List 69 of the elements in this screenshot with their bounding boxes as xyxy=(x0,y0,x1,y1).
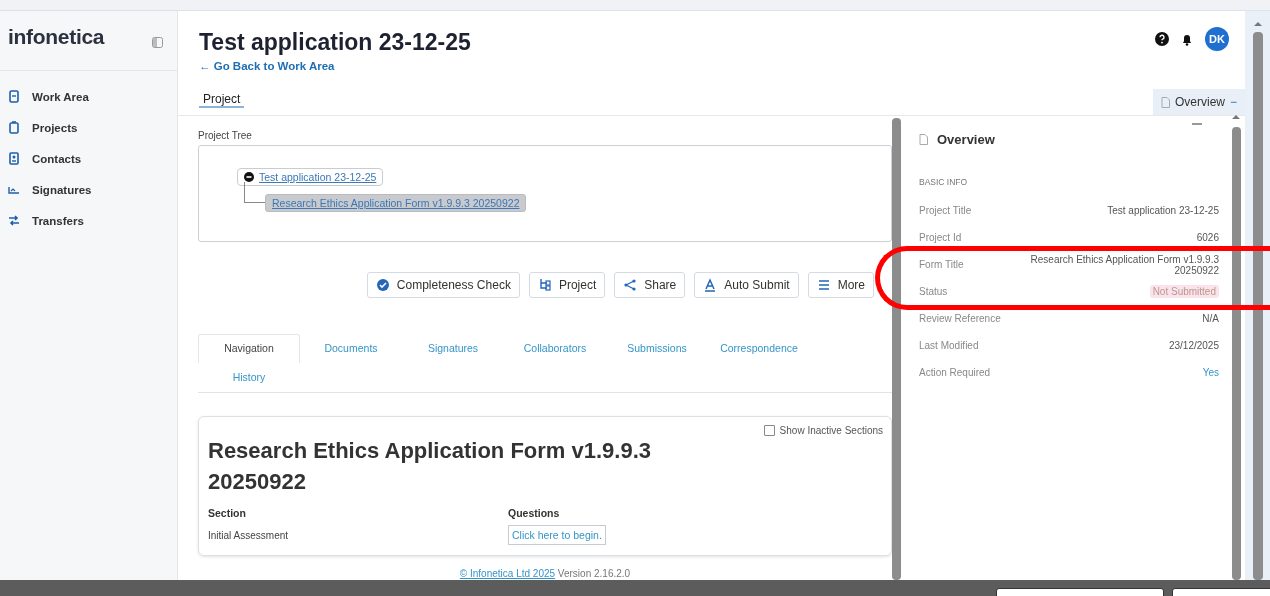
document-icon xyxy=(1160,96,1170,108)
help-icon[interactable] xyxy=(1155,32,1169,46)
sidebar-toggle-icon[interactable] xyxy=(152,37,163,48)
check-circle-icon xyxy=(375,278,390,292)
tree-label: Project Tree xyxy=(198,130,253,141)
tab[interactable]: History xyxy=(198,363,300,392)
tab[interactable]: Signatures xyxy=(402,334,504,363)
field-label: Action Required xyxy=(919,367,991,378)
back-link[interactable]: ← Go Back to Work Area xyxy=(199,60,335,72)
overview-toggle[interactable]: Overview − xyxy=(1152,89,1245,115)
action-button[interactable]: More xyxy=(807,272,874,298)
field-value: 6026 xyxy=(1196,232,1219,243)
tab[interactable]: Submissions xyxy=(606,334,708,363)
tree-node[interactable]: Test application 23-12-25 xyxy=(237,168,384,186)
page-tab[interactable]: Project xyxy=(199,88,245,108)
action-button[interactable]: Completeness Check xyxy=(366,272,520,298)
clipboard-icon xyxy=(8,121,20,134)
checkbox-label: Show Inactive Sections xyxy=(779,425,883,436)
share-icon xyxy=(623,278,638,292)
column-header: Questions xyxy=(508,506,561,521)
section-heading: BASIC INFO xyxy=(919,177,969,187)
collapse-icon[interactable] xyxy=(244,172,254,182)
user-avatar[interactable]: DK xyxy=(1205,27,1229,51)
page-title: Test application 23-12-25 xyxy=(199,29,471,56)
transfer-icon xyxy=(8,214,20,227)
action-button[interactable]: Auto Submit xyxy=(694,272,799,298)
sidebar-item[interactable]: Transfers xyxy=(0,205,177,236)
field-label: Review Reference xyxy=(919,313,1001,324)
document-icon xyxy=(919,134,928,145)
field-label: Form Title xyxy=(919,259,965,270)
contact-card-icon xyxy=(8,152,20,165)
scrollbar[interactable] xyxy=(892,118,901,580)
field-link[interactable]: Yes xyxy=(1202,367,1219,378)
hierarchy-icon xyxy=(537,278,552,292)
tab[interactable]: Documents xyxy=(300,334,402,363)
logo: infonetica xyxy=(8,25,105,49)
field-label: Project Id xyxy=(919,232,963,243)
action-button[interactable]: Project xyxy=(528,272,606,298)
tab[interactable]: Collaborators xyxy=(504,334,606,363)
scrollbar[interactable] xyxy=(1231,127,1241,580)
letter-a-icon xyxy=(703,278,718,292)
begin-link[interactable]: Click here to begin. xyxy=(508,525,606,545)
field-value: Test application 23-12-25 xyxy=(1107,205,1219,216)
sidebar-item[interactable]: Signatures xyxy=(0,174,177,205)
bell-icon[interactable] xyxy=(1181,32,1193,46)
field-value: 23/12/2025 xyxy=(1168,340,1219,351)
tab[interactable]: Correspondence xyxy=(708,334,810,363)
field-value: N/A xyxy=(1202,313,1219,324)
scrollbar[interactable] xyxy=(1252,32,1263,580)
field-label: Project Title xyxy=(919,205,973,216)
field-value: Research Ethics Application Form v1.9.9.3 20250922 xyxy=(1029,253,1219,276)
field-label: Status xyxy=(919,286,949,297)
sidebar-item[interactable]: Contacts xyxy=(0,143,177,174)
checkbox[interactable] xyxy=(763,425,775,436)
sidebar-item[interactable]: Work Area xyxy=(0,81,177,112)
document-icon xyxy=(8,90,20,103)
sidebar-item[interactable]: Projects xyxy=(0,112,177,143)
tab[interactable]: Navigation xyxy=(198,334,300,363)
copyright-link[interactable]: © Infonetica Ltd 2025 xyxy=(459,568,556,579)
table-cell-text: Initial Assessment xyxy=(208,528,290,543)
scroll-up-icon[interactable] xyxy=(1253,21,1262,26)
column-header: Section xyxy=(208,506,247,521)
menu-icon xyxy=(816,278,831,292)
version-text: Version 2.16.2.0 xyxy=(557,568,631,579)
panel-title: Overview xyxy=(937,132,995,147)
field-label: Last Modified xyxy=(919,340,979,351)
status-badge: Not Submitted xyxy=(1149,285,1219,298)
form-title: Research Ethics Application Form v1.9.9.3 20250922 xyxy=(208,437,652,496)
action-button[interactable]: Share xyxy=(614,272,686,298)
